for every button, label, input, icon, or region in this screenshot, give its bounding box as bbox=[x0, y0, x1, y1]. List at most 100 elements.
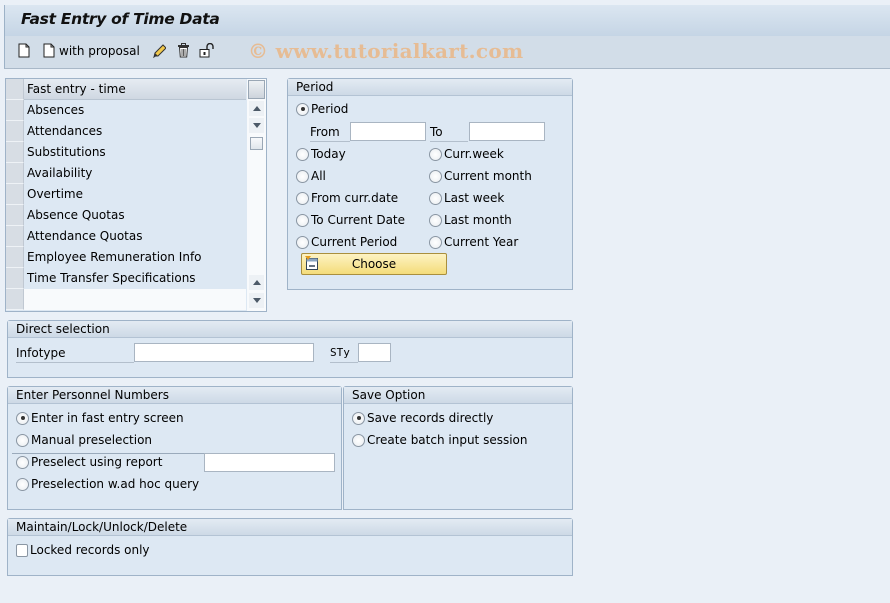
list-item[interactable]: Substitutions bbox=[6, 142, 246, 163]
subtype-label: STy bbox=[330, 343, 358, 363]
page-up-button[interactable] bbox=[249, 275, 264, 290]
page-title: Fast Entry of Time Data bbox=[21, 10, 220, 28]
create-with-proposal-icon bbox=[43, 43, 55, 58]
delete-button[interactable] bbox=[177, 43, 190, 58]
watermark-text: © www.tutorialkart.com bbox=[248, 39, 524, 63]
list-item-label[interactable]: Substitutions bbox=[24, 142, 246, 163]
unlock-icon bbox=[199, 43, 215, 58]
list-header: Fast entry - time bbox=[6, 79, 246, 100]
page-down-button[interactable] bbox=[249, 293, 264, 308]
list-item[interactable]: Attendances bbox=[6, 121, 246, 142]
row-selector[interactable] bbox=[6, 205, 24, 226]
radio-create-batch-input[interactable]: Create batch input session bbox=[352, 433, 527, 447]
vertical-scrollbar[interactable] bbox=[247, 79, 266, 311]
scroll-up-button[interactable] bbox=[249, 101, 264, 116]
create-document-icon bbox=[18, 43, 30, 58]
maintain-group: Maintain/Lock/Unlock/Delete Locked recor… bbox=[7, 518, 573, 576]
report-input[interactable] bbox=[204, 453, 335, 472]
radio-all[interactable]: All bbox=[296, 169, 326, 183]
list-item-empty bbox=[6, 289, 246, 310]
scroll-down-button[interactable] bbox=[249, 118, 264, 133]
arrow-down-icon bbox=[252, 298, 261, 303]
select-all-button[interactable] bbox=[6, 79, 24, 100]
list-item[interactable]: Attendance Quotas bbox=[6, 226, 246, 247]
create-button[interactable] bbox=[18, 43, 30, 58]
list-header-label[interactable]: Fast entry - time bbox=[24, 79, 246, 100]
radio-current-month[interactable]: Current month bbox=[429, 169, 532, 183]
column-settings-button[interactable] bbox=[248, 80, 265, 99]
radio-from-curr-date[interactable]: From curr.date bbox=[296, 191, 398, 205]
list-item[interactable]: Absence Quotas bbox=[6, 205, 246, 226]
list-item-label[interactable]: Absence Quotas bbox=[24, 205, 246, 226]
radio-save-records-directly[interactable]: Save records directly bbox=[352, 411, 493, 425]
personnel-numbers-group: Enter Personnel Numbers Enter in fast en… bbox=[7, 386, 342, 510]
row-selector[interactable] bbox=[6, 247, 24, 268]
list-item-label[interactable]: Absences bbox=[24, 100, 246, 121]
choose-period-icon bbox=[305, 256, 319, 277]
checkbox-box[interactable] bbox=[16, 543, 28, 557]
list-item-label[interactable]: Attendances bbox=[24, 121, 246, 142]
infotype-label: Infotype bbox=[16, 343, 134, 363]
radio-period[interactable]: Period bbox=[296, 102, 348, 116]
radio-curr-week[interactable]: Curr.week bbox=[429, 147, 504, 161]
infotype-list: Fast entry - time Absences Attendances S… bbox=[5, 78, 267, 312]
application-toolbar: with proposal © www.tutorialkart.com bbox=[4, 36, 890, 69]
radio-enter-in-fast-entry[interactable]: Enter in fast entry screen bbox=[16, 411, 184, 425]
radio-today[interactable]: Today bbox=[296, 147, 346, 161]
list-item[interactable]: Availability bbox=[6, 163, 246, 184]
scroll-thumb[interactable] bbox=[250, 137, 263, 150]
to-label: To bbox=[430, 122, 468, 142]
arrow-down-icon bbox=[252, 123, 261, 128]
list-item[interactable]: Employee Remuneration Info bbox=[6, 247, 246, 268]
choose-button[interactable]: Choose bbox=[301, 253, 447, 275]
subtype-input[interactable] bbox=[358, 343, 391, 362]
radio-current-period[interactable]: Current Period bbox=[296, 235, 397, 249]
locked-records-only-checkbox[interactable]: Locked records only bbox=[16, 543, 150, 557]
list-item[interactable]: Overtime bbox=[6, 184, 246, 205]
unlock-button[interactable] bbox=[199, 43, 215, 58]
change-button[interactable] bbox=[152, 43, 166, 58]
radio-manual-preselection[interactable]: Manual preselection bbox=[16, 433, 152, 447]
radio-button-selected[interactable] bbox=[296, 102, 309, 116]
list-item-label[interactable]: Attendance Quotas bbox=[24, 226, 246, 247]
period-group-title: Period bbox=[288, 79, 572, 96]
create-with-proposal-button[interactable]: with proposal bbox=[43, 43, 140, 58]
row-selector[interactable] bbox=[6, 100, 24, 121]
row-selector[interactable] bbox=[6, 226, 24, 247]
radio-preselection-ad-hoc-query[interactable]: Preselection w.ad hoc query bbox=[16, 477, 199, 491]
period-group: Period Period From To Today All From cur… bbox=[287, 78, 573, 290]
row-selector[interactable] bbox=[6, 121, 24, 142]
row-selector[interactable] bbox=[6, 184, 24, 205]
list-item[interactable]: Time Transfer Specifications bbox=[6, 268, 246, 289]
radio-last-month[interactable]: Last month bbox=[429, 213, 512, 227]
from-label: From bbox=[310, 122, 350, 142]
direct-selection-group: Direct selection Infotype STy bbox=[7, 320, 573, 378]
row-selector[interactable] bbox=[6, 268, 24, 289]
save-option-group: Save Option Save records directly Create… bbox=[343, 386, 573, 510]
personnel-numbers-title: Enter Personnel Numbers bbox=[8, 387, 341, 404]
list-item[interactable]: Absences bbox=[6, 100, 246, 121]
save-option-title: Save Option bbox=[344, 387, 572, 404]
pencil-icon bbox=[152, 43, 166, 58]
direct-selection-title: Direct selection bbox=[8, 321, 572, 338]
row-selector[interactable] bbox=[6, 142, 24, 163]
row-selector[interactable] bbox=[6, 163, 24, 184]
list-item-label[interactable]: Employee Remuneration Info bbox=[24, 247, 246, 268]
title-bar: Fast Entry of Time Data bbox=[4, 5, 890, 36]
trash-icon bbox=[177, 43, 190, 58]
arrow-up-icon bbox=[252, 280, 261, 285]
row-selector[interactable] bbox=[6, 289, 24, 310]
list-item-label[interactable]: Time Transfer Specifications bbox=[24, 268, 246, 289]
with-proposal-label: with proposal bbox=[59, 43, 140, 58]
list-item-label[interactable]: Availability bbox=[24, 163, 246, 184]
maintain-title: Maintain/Lock/Unlock/Delete bbox=[8, 519, 572, 536]
radio-preselect-using-report[interactable]: Preselect using report bbox=[16, 455, 162, 469]
radio-current-year[interactable]: Current Year bbox=[429, 235, 518, 249]
arrow-up-icon bbox=[252, 106, 261, 111]
infotype-input[interactable] bbox=[134, 343, 314, 362]
radio-to-current-date[interactable]: To Current Date bbox=[296, 213, 405, 227]
to-date-input[interactable] bbox=[469, 122, 545, 141]
radio-last-week[interactable]: Last week bbox=[429, 191, 504, 205]
from-date-input[interactable] bbox=[350, 122, 426, 141]
list-item-label[interactable]: Overtime bbox=[24, 184, 246, 205]
